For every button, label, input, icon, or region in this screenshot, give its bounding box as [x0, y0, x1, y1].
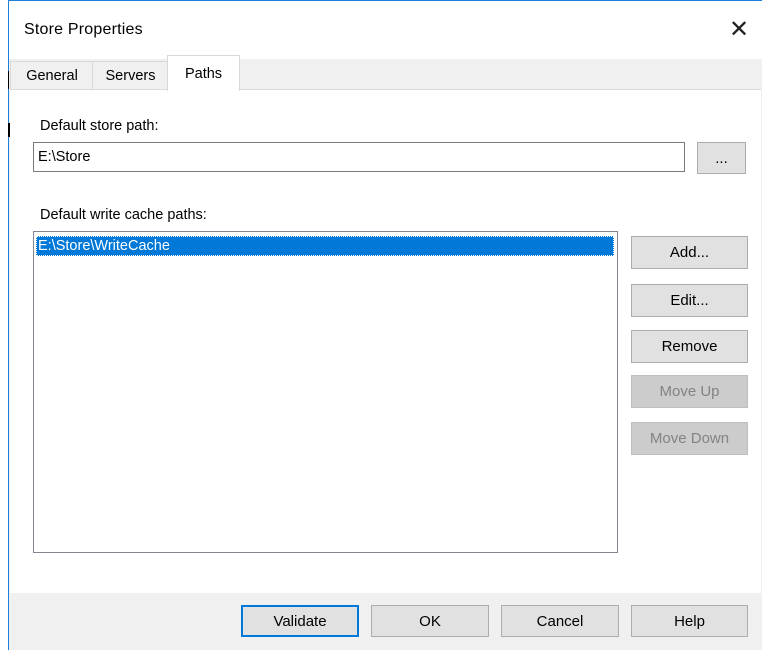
remove-path-button[interactable]: Remove: [631, 330, 748, 363]
edit-path-button[interactable]: Edit...: [631, 284, 748, 317]
default-write-cache-paths-label: Default write cache paths:: [40, 207, 207, 223]
paths-tab-panel: Default store path: ... Default write ca…: [10, 89, 761, 594]
close-icon[interactable]: ✕: [723, 13, 755, 45]
move-down-button[interactable]: Move Down: [631, 422, 748, 455]
cancel-button[interactable]: Cancel: [501, 605, 619, 637]
list-item[interactable]: E:\Store\WriteCache: [36, 236, 614, 256]
help-button[interactable]: Help: [631, 605, 748, 637]
tab-servers[interactable]: Servers: [92, 61, 169, 90]
dialog-button-bar: Validate OK Cancel Help: [9, 593, 762, 650]
browse-store-path-button[interactable]: ...: [697, 142, 746, 174]
write-cache-path-text: E:\Store\WriteCache: [38, 238, 170, 254]
move-up-button[interactable]: Move Up: [631, 375, 748, 408]
tab-general[interactable]: General: [10, 61, 94, 90]
add-path-button[interactable]: Add...: [631, 236, 748, 269]
tab-strip: General Servers Paths: [9, 55, 762, 91]
write-cache-paths-list[interactable]: E:\Store\WriteCache: [33, 231, 618, 553]
title-bar: Store Properties ✕: [9, 1, 762, 59]
tab-paths[interactable]: Paths: [167, 55, 240, 91]
default-store-path-input[interactable]: [33, 142, 685, 172]
default-store-path-label: Default store path:: [40, 118, 159, 134]
validate-button[interactable]: Validate: [241, 605, 359, 637]
ok-button[interactable]: OK: [371, 605, 489, 637]
dialog-title: Store Properties: [24, 21, 143, 38]
store-properties-dialog: Store Properties ✕ General Servers Paths…: [8, 0, 762, 650]
